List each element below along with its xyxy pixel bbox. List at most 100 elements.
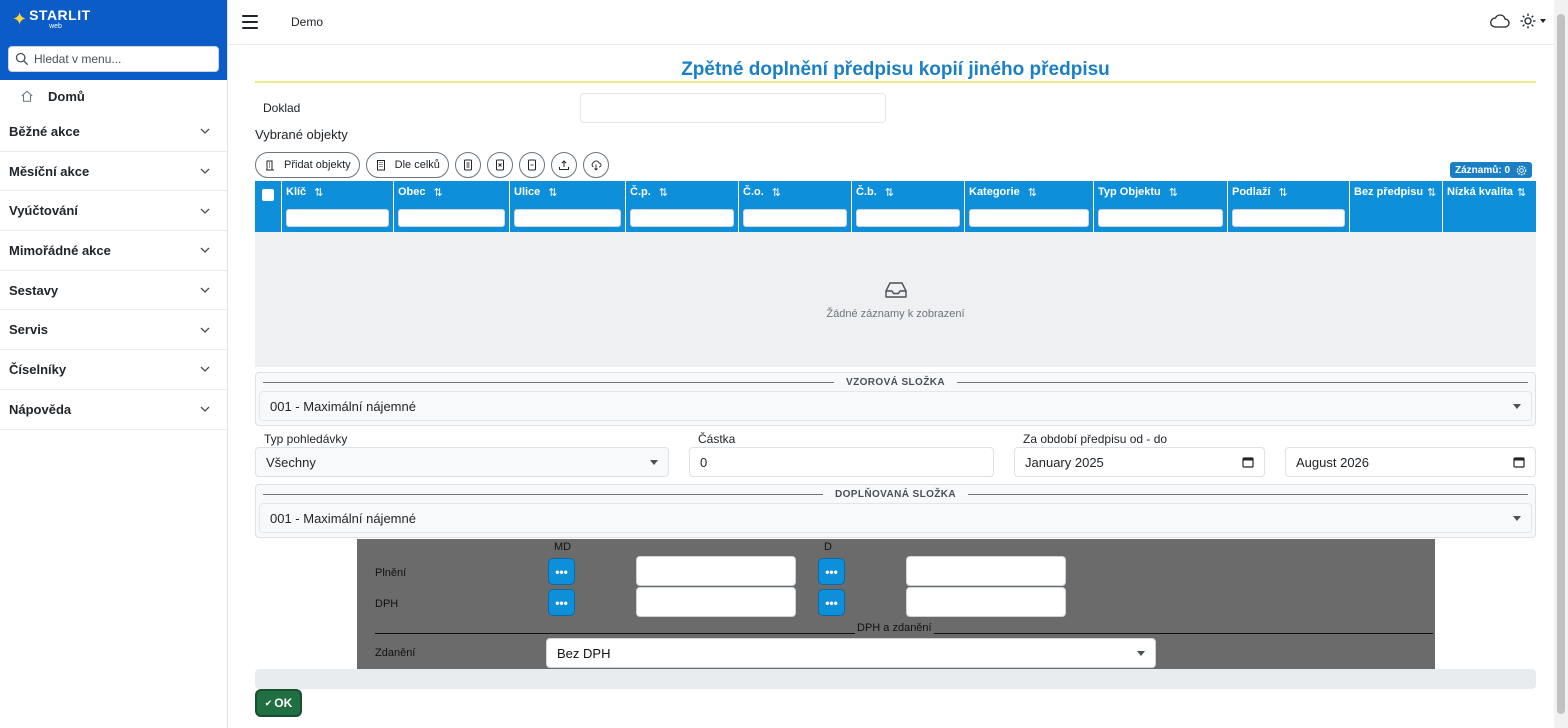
- filter-input[interactable]: [398, 209, 505, 227]
- column-co[interactable]: Č.o. ⇅: [739, 181, 852, 232]
- filter-input[interactable]: [286, 209, 389, 227]
- plneni-d-input[interactable]: [906, 556, 1066, 586]
- sidebar-item-sestavy[interactable]: Sestavy: [0, 271, 227, 311]
- cloud-icon[interactable]: [1490, 14, 1510, 28]
- filter-input[interactable]: [856, 209, 960, 227]
- castka-input[interactable]: 0: [689, 447, 994, 477]
- dph-d-picker-button[interactable]: •••: [818, 589, 845, 616]
- sort-icon[interactable]: ⇅: [1517, 186, 1526, 199]
- dph-d-input[interactable]: [906, 587, 1066, 617]
- dots-icon: •••: [825, 595, 838, 610]
- export-button[interactable]: [550, 152, 577, 178]
- sidebar-item-mimoradne-akce[interactable]: Mimořádné akce: [0, 231, 227, 271]
- list-button[interactable]: [454, 152, 481, 178]
- sort-icon[interactable]: ⇅: [1279, 186, 1288, 199]
- dots-icon: •••: [555, 595, 568, 610]
- obdobi-do-field: August 2026: [1285, 432, 1536, 482]
- column-kategorie[interactable]: Kategorie ⇅: [965, 181, 1094, 232]
- scrollbar-thumb[interactable]: [1557, 14, 1565, 714]
- typ-pohledavky-select[interactable]: Všechny: [255, 447, 669, 477]
- records-count: 0: [1504, 164, 1510, 176]
- cloud-download-button[interactable]: [582, 152, 609, 178]
- column-nizka-kvalita[interactable]: Nízká kvalita ⇅: [1443, 181, 1536, 232]
- column-label: Č.b.: [856, 186, 877, 198]
- sidebar: ✦ STARLIT web Domů Běžné akce Měsíční ak…: [0, 0, 228, 728]
- column-label: Typ Objektu: [1098, 186, 1161, 198]
- remove-all-button[interactable]: [518, 152, 545, 178]
- column-klic[interactable]: Klíč ⇅: [282, 181, 394, 232]
- sort-icon[interactable]: ⇅: [772, 186, 781, 199]
- sort-icon[interactable]: ⇅: [1427, 186, 1436, 199]
- obdobi-do-input[interactable]: August 2026: [1285, 447, 1536, 477]
- filter-input[interactable]: [630, 209, 734, 227]
- sun-icon[interactable]: [1520, 13, 1536, 29]
- filter-input[interactable]: [969, 209, 1089, 227]
- input-value: 0: [700, 454, 708, 470]
- by-units-button[interactable]: Dle celků: [365, 152, 449, 178]
- home-icon: [21, 90, 33, 102]
- sidebar-item-bezne-akce[interactable]: Běžné akce: [0, 112, 227, 152]
- column-typ-objektu[interactable]: Typ Objektu ⇅: [1094, 181, 1228, 232]
- menu-search-input[interactable]: [34, 52, 214, 66]
- objects-grid: Klíč ⇅ Obec ⇅ Ulice ⇅ Č.p. ⇅ Č.o. ⇅ Č.b. ⇅ Kat…: [255, 181, 1536, 367]
- chevron-down-icon: [200, 128, 210, 135]
- filter-input[interactable]: [743, 209, 847, 227]
- doklad-input[interactable]: [580, 93, 886, 123]
- sort-icon[interactable]: ⇅: [1169, 186, 1178, 199]
- sort-icon[interactable]: ⇅: [659, 186, 668, 199]
- sort-icon[interactable]: ⇅: [1028, 186, 1037, 199]
- doplnovana-slozka-select[interactable]: 001 - Maximální nájemné: [259, 503, 1532, 533]
- column-cb[interactable]: Č.b. ⇅: [852, 181, 965, 232]
- chevron-down-icon: [200, 287, 210, 294]
- column-cp[interactable]: Č.p. ⇅: [626, 181, 739, 232]
- page-scrollbar[interactable]: [1554, 0, 1568, 728]
- filter-input[interactable]: [514, 209, 621, 227]
- sort-icon[interactable]: ⇅: [314, 186, 323, 199]
- dph-md-input[interactable]: [636, 587, 796, 617]
- sort-icon[interactable]: ⇅: [434, 186, 443, 199]
- calendar-icon[interactable]: [1242, 456, 1254, 468]
- column-label: Kategorie: [969, 186, 1020, 198]
- selected-objects-label: Vybrané objekty: [255, 127, 348, 142]
- select-value: Bez DPH: [557, 645, 611, 661]
- caret-down-icon[interactable]: [1540, 19, 1546, 23]
- sidebar-item-vyuctovani[interactable]: Vyúčtování: [0, 191, 227, 232]
- caret-down-icon: [650, 459, 658, 465]
- ok-button[interactable]: ✔ OK: [255, 689, 302, 717]
- column-podlazi[interactable]: Podlaží ⇅: [1228, 181, 1350, 232]
- sidebar-item-napoveda[interactable]: Nápověda: [0, 390, 227, 430]
- gear-icon: [1516, 165, 1527, 175]
- calendar-icon[interactable]: [1513, 456, 1525, 468]
- brand-text: STARLIT web: [29, 8, 91, 30]
- sidebar-item-mesicni-akce[interactable]: Měsíční akce: [0, 152, 227, 192]
- filter-input[interactable]: [1232, 209, 1345, 227]
- castka-label: Částka: [698, 432, 736, 446]
- records-count-badge[interactable]: Záznamů: 0: [1449, 162, 1532, 178]
- plneni-d-picker-button[interactable]: •••: [818, 558, 845, 585]
- add-objects-button[interactable]: Přidat objekty: [255, 152, 360, 178]
- dph-md-picker-button[interactable]: •••: [548, 589, 575, 616]
- plneni-md-picker-button[interactable]: •••: [548, 558, 575, 585]
- sidebar-item-servis[interactable]: Servis: [0, 310, 227, 351]
- sidebar-nav: Běžné akce Měsíční akce Vyúčtování Mimoř…: [0, 112, 227, 430]
- sidebar-item-ciselniky[interactable]: Číselníky: [0, 350, 227, 390]
- column-bez-predpisu[interactable]: Bez předpisu ⇅: [1350, 181, 1443, 232]
- plneni-md-input[interactable]: [636, 556, 796, 586]
- brand-logo[interactable]: ✦ STARLIT web: [0, 0, 227, 38]
- sidebar-item-label: Běžné akce: [9, 123, 80, 139]
- sort-icon[interactable]: ⇅: [885, 186, 894, 199]
- legend-text: DOPLŇOVANÁ SLOŽKA: [834, 488, 957, 500]
- sort-icon[interactable]: ⇅: [548, 186, 557, 199]
- column-obec[interactable]: Obec ⇅: [394, 181, 510, 232]
- dots-icon: •••: [555, 564, 568, 579]
- hamburger-menu-icon[interactable]: [242, 15, 258, 29]
- select-all-checkbox[interactable]: [262, 189, 274, 201]
- zdaneni-select[interactable]: Bez DPH: [546, 638, 1156, 668]
- obdobi-od-input[interactable]: January 2025: [1014, 447, 1265, 477]
- empty-text: Žádné záznamy k zobrazení: [826, 307, 965, 320]
- filter-input[interactable]: [1098, 209, 1223, 227]
- sidebar-item-home[interactable]: Domů: [0, 80, 227, 112]
- column-ulice[interactable]: Ulice ⇅: [510, 181, 626, 232]
- vzorova-slozka-select[interactable]: 001 - Maximální nájemné: [259, 391, 1532, 421]
- remove-selected-button[interactable]: [486, 152, 513, 178]
